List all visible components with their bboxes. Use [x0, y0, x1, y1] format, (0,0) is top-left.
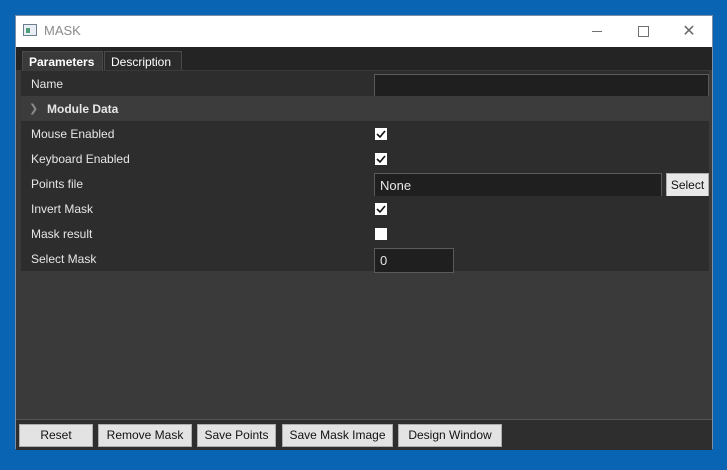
design-window-button[interactable]: Design Window: [398, 424, 502, 447]
app-window-icon: [23, 24, 37, 36]
mouse-enabled-label: Mouse Enabled: [31, 127, 115, 141]
save-points-button[interactable]: Save Points: [197, 424, 276, 447]
parameters-panel: Name ❯ Module Data Mouse Enabled Keyboar…: [21, 71, 709, 274]
keyboard-enabled-checkbox[interactable]: [375, 153, 387, 165]
tab-bar: Parameters Description: [16, 47, 712, 70]
reset-button[interactable]: Reset: [19, 424, 93, 447]
points-file-field[interactable]: None: [374, 173, 662, 198]
name-input[interactable]: [374, 74, 709, 98]
tab-description[interactable]: Description: [104, 51, 182, 70]
keyboard-enabled-row: Keyboard Enabled: [21, 146, 709, 171]
bottom-button-bar: Reset Remove Mask Save Points Save Mask …: [16, 419, 712, 450]
maximize-button[interactable]: [620, 16, 666, 47]
maximize-icon: [637, 26, 649, 37]
select-mask-label: Select Mask: [31, 252, 97, 266]
points-file-label: Points file: [31, 177, 84, 191]
checkmark-icon: [376, 205, 386, 214]
mouse-enabled-checkbox[interactable]: [375, 128, 387, 140]
mask-result-label: Mask result: [31, 227, 93, 241]
minimize-button[interactable]: [574, 16, 620, 47]
invert-mask-checkbox[interactable]: [375, 203, 387, 215]
invert-mask-row: Invert Mask: [21, 196, 709, 221]
mask-result-checkbox[interactable]: [375, 228, 387, 240]
tab-parameters[interactable]: Parameters: [22, 51, 103, 70]
select-mask-input[interactable]: 0: [374, 248, 454, 273]
mask-result-row: Mask result: [21, 221, 709, 246]
close-icon: ✕: [682, 22, 696, 40]
minimize-icon: [592, 31, 602, 32]
keyboard-enabled-label: Keyboard Enabled: [31, 152, 130, 166]
mouse-enabled-row: Mouse Enabled: [21, 121, 709, 146]
remove-mask-button[interactable]: Remove Mask: [98, 424, 192, 447]
window-title: MASK: [44, 23, 81, 38]
save-mask-image-button[interactable]: Save Mask Image: [282, 424, 393, 447]
points-file-row: Points file None Select: [21, 171, 709, 198]
select-button[interactable]: Select: [666, 173, 709, 198]
name-label: Name: [31, 77, 64, 91]
mask-window: MASK ✕ Parameters Description Name ❯ Mod…: [15, 15, 713, 450]
close-button[interactable]: ✕: [666, 16, 712, 47]
checkmark-icon: [376, 130, 386, 139]
select-mask-row: Select Mask 0: [21, 246, 709, 273]
invert-mask-label: Invert Mask: [31, 202, 94, 216]
module-data-label: Module Data: [47, 102, 119, 116]
checkmark-icon: [376, 155, 386, 164]
title-bar[interactable]: MASK ✕: [16, 16, 712, 47]
module-data-group[interactable]: ❯ Module Data: [21, 96, 709, 121]
name-row: Name: [21, 71, 709, 98]
chevron-right-icon[interactable]: ❯: [29, 102, 38, 115]
